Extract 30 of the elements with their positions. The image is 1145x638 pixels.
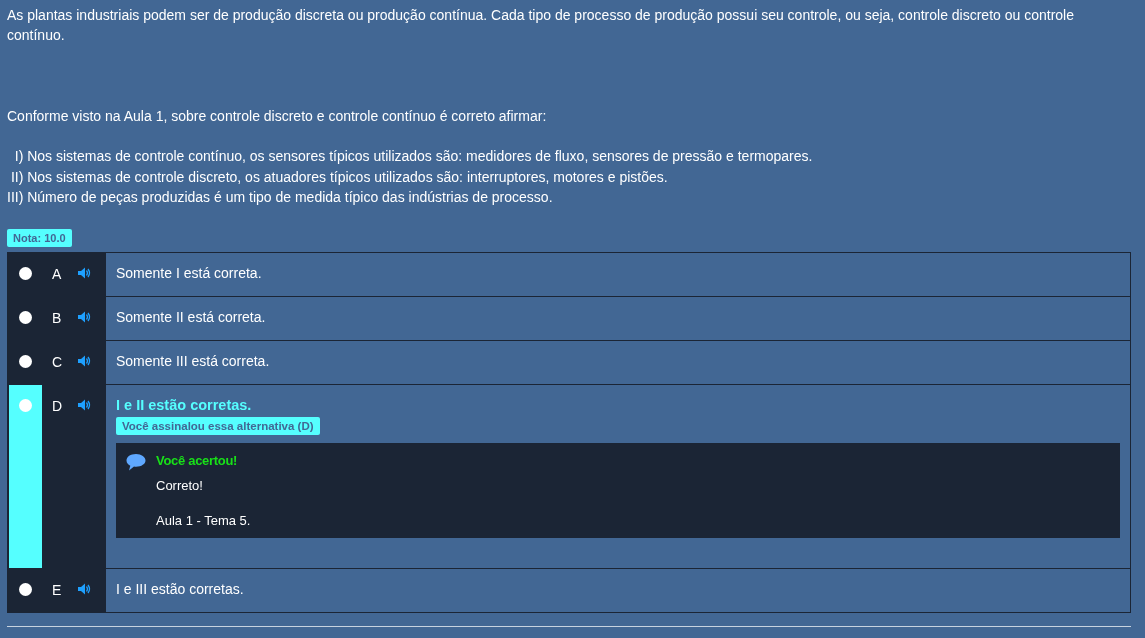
- option-letter: E: [52, 581, 63, 598]
- option-letter: A: [52, 265, 63, 282]
- intro-paragraph: As plantas industriais podem ser de produção discreta ou produção contínua. Cada tipo de processo de produção possui seu controle, ou seja, controle discreto ou controle contínuo.: [7, 6, 1075, 45]
- option-letter: C: [52, 353, 64, 370]
- option-text: Somente III está correta.: [116, 352, 271, 369]
- option-text: Somente I está correta.: [116, 264, 263, 281]
- option-text: I e III estão corretas.: [116, 580, 245, 597]
- speaker-icon[interactable]: [77, 265, 91, 280]
- radio-button[interactable]: [19, 582, 32, 596]
- question-text: Conforme visto na Aula 1, sobre controle discreto e controle contínuo é correto afirmar:: [7, 107, 548, 126]
- option-text: Somente II está correta.: [116, 308, 267, 325]
- statement-text: I) Nos sistemas de controle contínuo, os sensores típicos utilizados são: medidores de fluxo, sensores de pressão e termopares.: [13, 147, 814, 166]
- selected-answer-badge: Você assinalou essa alternativa (D): [116, 416, 320, 435]
- statement-text: III) Número de peças produzidas é um tipo de medida típico das indústrias de processo.: [7, 188, 554, 207]
- option-letter: B: [52, 309, 63, 326]
- speaker-icon[interactable]: [77, 581, 91, 596]
- feedback-text: Aula 1 - Tema 5.: [156, 512, 251, 528]
- radio-button[interactable]: [19, 266, 32, 280]
- speaker-icon[interactable]: [77, 353, 91, 368]
- speaker-icon[interactable]: [77, 309, 91, 324]
- speech-bubble-icon: [126, 452, 146, 471]
- feedback-title: Você acertou!: [156, 452, 239, 468]
- option-letter: D: [52, 397, 64, 414]
- statement-text: II) Nos sistemas de controle discreto, os atuadores típicos utilizados são: interruptores, motores e pistões.: [9, 167, 669, 187]
- radio-button[interactable]: [19, 354, 32, 368]
- speaker-icon[interactable]: [77, 397, 91, 412]
- radio-button[interactable]: [19, 310, 32, 324]
- feedback-text: Correto!: [156, 477, 204, 493]
- grade-badge: Nota: 10.0: [7, 228, 72, 247]
- option-text: I e II estão corretas.: [116, 396, 253, 413]
